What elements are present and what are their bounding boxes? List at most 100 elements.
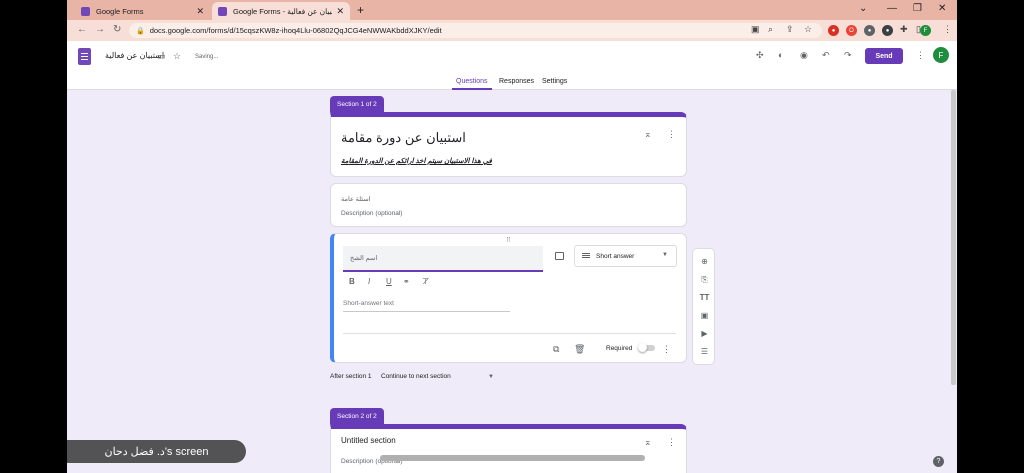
zoom-icon[interactable]: ⌕ <box>768 24 773 35</box>
form-editor: Section 1 of 2 استبيان عن دورة مقامة في … <box>67 90 957 473</box>
form-tabs: Questions Responses Settings <box>67 77 957 90</box>
title-description-card[interactable]: اسئلة عامة Description (optional) <box>330 183 687 227</box>
camera-blocked-icon[interactable]: ▣ <box>751 24 760 35</box>
clear-formatting-icon[interactable]: ⊤̸ <box>422 277 429 286</box>
add-section-icon[interactable]: ☰ <box>693 347 716 356</box>
horizontal-scrollbar[interactable] <box>380 455 645 461</box>
collapse-section-icon[interactable]: ⌅ <box>644 129 652 140</box>
floating-toolbar: ⊕ ⎘ TT ▣ ▶ ☰ <box>692 248 715 365</box>
item-description-placeholder[interactable]: Description (optional) <box>341 210 402 217</box>
close-window-icon[interactable]: ✕ <box>938 3 946 14</box>
collapse-section-icon[interactable]: ⌅ <box>644 437 652 448</box>
forms-logo-icon[interactable] <box>78 48 91 65</box>
item-title[interactable]: اسئلة عامة <box>341 195 370 203</box>
save-status: Saving... <box>195 54 219 60</box>
after-section-label: After section 1 <box>330 373 372 380</box>
required-label: Required <box>606 345 633 352</box>
screen-share-label: د. فضل دحان's screen <box>67 440 246 463</box>
question-type-dropdown[interactable]: Short answer ▼ <box>574 245 677 267</box>
browser-tab-bar: Google Forms ✕ Google Forms - استبيان عن… <box>67 0 957 20</box>
answer-placeholder: Short-answer text <box>343 300 394 307</box>
form-title[interactable]: استبيان عن فعالية <box>105 51 164 60</box>
browser-tab-label: Google Forms <box>96 6 144 16</box>
section-title[interactable]: استبيان عن دورة مقامة <box>341 130 466 146</box>
more-options-icon[interactable]: ⋮ <box>916 50 925 61</box>
link-icon[interactable]: ⚭ <box>403 277 410 286</box>
add-image-icon[interactable]: ▣ <box>693 311 716 320</box>
chrome-menu-icon[interactable]: ⋮ <box>943 24 952 35</box>
question-card[interactable]: ⠿ اسم الشخ Short answer ▼ B I U ⚭ ⊤̸ Sho… <box>330 233 687 363</box>
page-scrollbar[interactable] <box>951 90 956 385</box>
section-2-header-card[interactable]: Untitled section Description (optional) … <box>330 424 687 473</box>
tab-search-chevron-down-icon[interactable]: ⌄ <box>859 3 867 14</box>
send-button[interactable]: Send <box>865 48 903 64</box>
add-image-icon[interactable] <box>555 252 564 260</box>
tab-questions[interactable]: Questions <box>456 78 488 85</box>
question-more-icon[interactable]: ⋮ <box>662 344 671 355</box>
customize-theme-palette-icon[interactable]: ◐ <box>778 50 783 60</box>
forward-arrow-icon[interactable]: → <box>95 24 105 35</box>
extension-dark-icon[interactable]: ● <box>882 25 893 36</box>
delete-trash-icon[interactable]: 🗑 <box>574 344 585 355</box>
profile-avatar[interactable]: F <box>920 25 931 36</box>
lock-icon: 🔒 <box>136 27 145 35</box>
tab-close-icon[interactable]: ✕ <box>336 6 344 17</box>
bold-button[interactable]: B <box>349 277 355 286</box>
italic-button[interactable]: I <box>368 277 370 286</box>
address-bar[interactable]: 🔒 docs.google.com/forms/d/15cqszKW8z-iho… <box>129 23 822 38</box>
browser-toolbar: ← → ↻ 🔒 docs.google.com/forms/d/15cqszKW… <box>67 20 957 41</box>
add-question-icon[interactable]: ⊕ <box>693 257 716 266</box>
minimize-window-icon[interactable]: — <box>887 3 897 14</box>
restore-window-icon[interactable]: ❐ <box>913 3 922 14</box>
add-ons-puzzle-icon[interactable]: ✣ <box>756 50 764 61</box>
answer-underline <box>343 311 510 312</box>
extension-circle-icon[interactable]: ● <box>864 25 875 36</box>
card-footer-divider <box>343 333 676 334</box>
after-section-select[interactable]: Continue to next section <box>381 373 451 380</box>
tab-settings[interactable]: Settings <box>542 78 567 85</box>
section-2-title[interactable]: Untitled section <box>341 436 396 445</box>
drag-handle-icon[interactable]: ⠿ <box>506 236 511 244</box>
help-icon[interactable]: ? <box>933 456 944 467</box>
tab-close-icon[interactable]: ✕ <box>196 6 204 17</box>
after-section-caret-icon[interactable]: ▼ <box>488 374 494 380</box>
browser-tab-form-edit[interactable]: Google Forms - استبيان عن فعالية ✕ <box>212 2 350 20</box>
account-avatar[interactable]: F <box>933 47 949 63</box>
section-description[interactable]: في هذا الاستبيان سيتم اخذ ارائكم عن الدو… <box>341 157 492 165</box>
question-type-label: Short answer <box>596 253 635 260</box>
section-1-tag: Section 1 of 2 <box>330 96 384 112</box>
bookmark-star-icon[interactable]: ☆ <box>804 24 812 35</box>
add-video-icon[interactable]: ▶ <box>693 329 716 338</box>
preview-eye-icon[interactable]: ◉ <box>800 50 808 61</box>
section-more-icon[interactable]: ⋮ <box>667 129 676 140</box>
dropdown-caret-icon: ▼ <box>662 252 668 258</box>
forms-header: استبيان عن فعالية ▭ ☆ Saving... ✣ ◐ ◉ ↶ … <box>67 41 957 90</box>
reload-icon[interactable]: ↻ <box>113 24 121 35</box>
short-answer-lines-icon <box>582 253 590 254</box>
browser-tab-label: Google Forms - استبيان عن فعالية <box>233 6 332 16</box>
redo-icon[interactable]: ↷ <box>844 50 852 61</box>
move-to-folder-icon[interactable]: ▭ <box>157 51 166 62</box>
tab-responses[interactable]: Responses <box>499 78 534 85</box>
add-title-icon[interactable]: TT <box>693 293 716 302</box>
section-more-icon[interactable]: ⋮ <box>667 437 676 448</box>
undo-icon[interactable]: ↶ <box>822 50 830 61</box>
browser-tab-google-forms[interactable]: Google Forms ✕ <box>75 2 210 20</box>
opera-extension-icon[interactable]: O <box>846 25 857 36</box>
share-icon[interactable]: ⇪ <box>786 24 794 35</box>
extensions-puzzle-icon[interactable]: ✚ <box>900 24 908 35</box>
section-1-header-card[interactable]: استبيان عن دورة مقامة في هذا الاستبيان س… <box>330 112 687 177</box>
section-2-tag: Section 2 of 2 <box>330 408 384 424</box>
screen-root: Google Forms ✕ Google Forms - استبيان عن… <box>67 0 957 473</box>
import-questions-icon[interactable]: ⎘ <box>693 275 716 285</box>
underline-button[interactable]: U <box>386 277 392 286</box>
new-tab-button[interactable]: + <box>357 3 364 17</box>
google-forms-favicon-icon <box>81 6 90 16</box>
question-input[interactable]: اسم الشخ <box>343 246 543 272</box>
back-arrow-icon[interactable]: ← <box>77 24 87 35</box>
duplicate-icon[interactable]: ⧉ <box>553 344 559 355</box>
adblock-extension-icon[interactable]: ● <box>828 25 839 36</box>
google-forms-favicon-icon <box>218 6 227 16</box>
required-toggle[interactable] <box>638 343 655 352</box>
star-icon[interactable]: ☆ <box>173 51 181 62</box>
